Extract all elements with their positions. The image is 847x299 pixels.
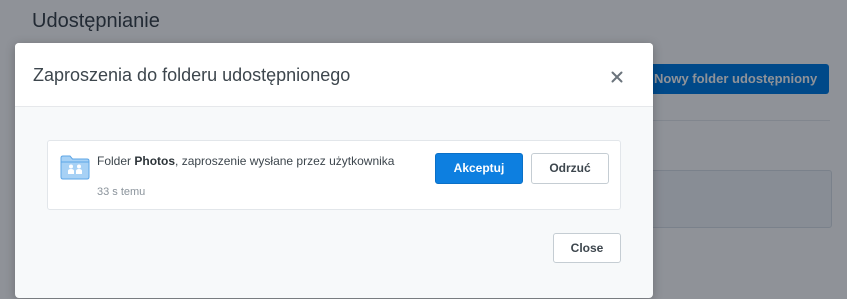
dialog-title: Zaproszenia do folderu udostępnionego — [33, 65, 351, 85]
invitation-row: Folder Photos, zaproszenie wysłane przez… — [47, 140, 621, 210]
close-x-icon[interactable] — [607, 67, 627, 87]
invitation-timestamp: 33 s temu — [97, 186, 146, 198]
invitation-prefix: Folder — [97, 154, 135, 168]
invitation-message: Folder Photos, zaproszenie wysłane przez… — [97, 154, 394, 168]
folder-name: Photos — [134, 154, 176, 168]
shared-folder-icon — [60, 154, 90, 180]
dialog-header: Zaproszenia do folderu udostępnionego — [15, 43, 653, 107]
invitation-suffix: , zaproszenie wysłane przez użytkownika — [175, 154, 395, 168]
reject-button[interactable]: Odrzuć — [531, 153, 609, 184]
accept-button[interactable]: Akceptuj — [435, 153, 523, 184]
shared-folder-invitations-dialog: Zaproszenia do folderu udostępnionego Fo… — [15, 43, 653, 298]
close-button[interactable]: Close — [553, 233, 621, 263]
